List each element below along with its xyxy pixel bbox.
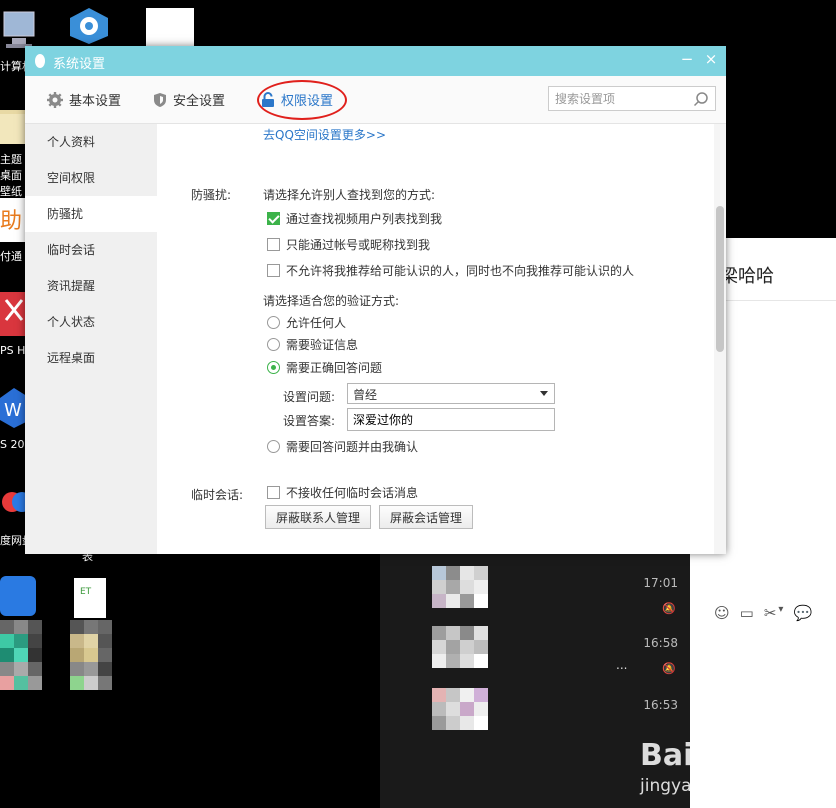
chat-time: 16:53 xyxy=(643,698,678,712)
blue-app-desktop-icon[interactable] xyxy=(0,576,36,616)
tab-label: 安全设置 xyxy=(173,94,226,109)
radio[interactable] xyxy=(267,338,280,351)
chevron-down-icon[interactable]: ▾ xyxy=(778,604,783,622)
chat-snippet: ... xyxy=(616,658,628,672)
scrollbar-thumb[interactable] xyxy=(716,206,724,352)
pixelated-desktop-icons xyxy=(0,620,42,690)
title-bar[interactable]: 系统设置 − × xyxy=(25,46,726,76)
temp-session-option[interactable]: 不接收任何临时会话消息 xyxy=(267,484,418,501)
radio[interactable] xyxy=(267,361,280,374)
watermark-logo: Bai经验 xyxy=(640,738,754,773)
qq-penguin-icon xyxy=(33,53,47,69)
chevron-down-icon xyxy=(540,391,548,396)
watermark-url: jingyan.baidu.com xyxy=(640,776,797,796)
avatar xyxy=(432,688,488,730)
option-label: 不接收任何临时会话消息 xyxy=(286,486,419,500)
window-title: 系统设置 xyxy=(53,57,106,72)
block-contacts-button[interactable]: 屏蔽联系人管理 xyxy=(265,505,372,529)
question-value: 曾经 xyxy=(353,388,378,402)
checkbox[interactable] xyxy=(267,264,280,277)
pixelated-desktop-icons-2 xyxy=(70,620,112,690)
svg-text:ET: ET xyxy=(80,587,92,597)
emoji-icon[interactable]: ☺ xyxy=(714,604,730,622)
close-button[interactable]: × xyxy=(701,50,721,68)
sidebar-item-profile[interactable]: 个人资料 xyxy=(25,124,157,160)
mute-icon: 🔕 xyxy=(662,662,676,675)
settings-tabs: 基本设置 安全设置 权限设置 xyxy=(25,76,726,124)
sidebar-item-space-permission[interactable]: 空间权限 xyxy=(25,160,157,196)
red-annotation-circle xyxy=(257,80,347,120)
gear-icon xyxy=(47,91,63,108)
theme-desktop-label: 主题桌面壁纸 xyxy=(0,153,22,198)
find-option-no-recommend[interactable]: 不允许将我推荐给可能认识的人，同时也不向我推荐可能认识的人 xyxy=(267,262,634,279)
settings-content: 去QQ空间设置更多>> 防骚扰: 请选择允许别人查找到您的方式: 通过查找视频用… xyxy=(157,124,712,554)
sidebar-item-personal-status[interactable]: 个人状态 xyxy=(25,304,157,340)
chat-toolbar: ☺ ▭ ✂ ▾ 💬 xyxy=(714,604,812,622)
chat-list-item[interactable]: ... 16:58 🔕 xyxy=(432,622,690,682)
find-method-prompt: 请选择允许别人查找到您的方式: xyxy=(263,188,436,202)
tab-basic-settings[interactable]: 基本设置 xyxy=(47,90,121,109)
option-label: 需要验证信息 xyxy=(286,338,359,352)
minimize-button[interactable]: − xyxy=(677,50,697,68)
radio[interactable] xyxy=(267,440,280,453)
temp-session-section-label: 临时会话: xyxy=(191,488,244,502)
mute-icon: 🔕 xyxy=(662,602,676,615)
tab-security-settings[interactable]: 安全设置 xyxy=(153,90,225,109)
verify-option-answer-confirm[interactable]: 需要回答问题并由我确认 xyxy=(267,438,418,455)
option-label: 只能通过帐号或昵称找到我 xyxy=(286,238,431,252)
verify-method-prompt: 请选择适合您的验证方式: xyxy=(263,294,400,308)
block-sessions-button[interactable]: 屏蔽会话管理 xyxy=(379,505,474,529)
question-label: 设置问题: xyxy=(283,390,336,404)
chat-time: 16:58 xyxy=(643,636,678,650)
chat-time: 17:01 xyxy=(643,576,678,590)
verify-option-anyone[interactable]: 允许任何人 xyxy=(267,314,346,331)
verify-option-message[interactable]: 需要验证信息 xyxy=(267,336,358,353)
answer-label: 设置答案: xyxy=(283,414,336,428)
tab-label: 基本设置 xyxy=(69,94,122,109)
anti-harass-section-label: 防骚扰: xyxy=(191,188,232,202)
sidebar-item-news-reminder[interactable]: 资讯提醒 xyxy=(25,268,157,304)
bubble-icon[interactable]: 💬 xyxy=(793,604,812,622)
option-label: 允许任何人 xyxy=(286,316,347,330)
system-settings-window: 系统设置 − × 基本设置 安全设置 权限设置 个人资料 空间权限 防骚扰 临时… xyxy=(25,46,726,554)
search-box[interactable] xyxy=(548,86,716,111)
svg-text:W: W xyxy=(4,400,22,421)
find-option-account-only[interactable]: 只能通过帐号或昵称找到我 xyxy=(267,236,430,253)
shield-icon xyxy=(154,92,166,107)
pay-desktop-label: 付通 xyxy=(0,250,22,263)
question-select[interactable]: 曾经 xyxy=(347,383,555,404)
sidebar-item-temp-session[interactable]: 临时会话 xyxy=(25,232,157,268)
sidebar-item-anti-harassment[interactable]: 防骚扰 xyxy=(25,196,157,232)
option-label: 不允许将我推荐给可能认识的人，同时也不向我推荐可能认识的人 xyxy=(286,264,635,278)
option-label: 需要正确回答问题 xyxy=(286,361,383,375)
chat-contact-name: 梁哈哈 xyxy=(720,266,774,287)
option-label: 通过查找视频用户列表找到我 xyxy=(286,212,443,226)
chat-list-item[interactable]: 17:01 🔕 xyxy=(432,562,690,622)
settings-sidebar: 个人资料 空间权限 防骚扰 临时会话 资讯提醒 个人状态 远程桌面 xyxy=(25,124,157,554)
app-desktop-icon[interactable] xyxy=(66,6,112,46)
find-option-video-list[interactable]: 通过查找视频用户列表找到我 xyxy=(267,210,442,227)
search-icon[interactable] xyxy=(693,91,709,107)
baidu-watermark: Bai经验 jingyan.baidu.com xyxy=(640,730,797,796)
word-desktop-label: S 20 xyxy=(0,438,25,451)
avatar xyxy=(432,566,488,608)
svg-text:助: 助 xyxy=(0,209,22,234)
document-desktop-icon[interactable] xyxy=(146,8,194,46)
qzone-settings-link[interactable]: 去QQ空间设置更多>> xyxy=(263,126,386,143)
folder-icon[interactable]: ▭ xyxy=(740,604,754,622)
search-input[interactable] xyxy=(549,87,689,110)
avatar xyxy=(432,626,488,668)
checkbox[interactable] xyxy=(267,212,280,225)
scissors-icon[interactable]: ✂ xyxy=(764,604,777,622)
option-label: 需要回答问题并由我确认 xyxy=(286,440,419,454)
checkbox[interactable] xyxy=(267,238,280,251)
sidebar-item-remote-desktop[interactable]: 远程桌面 xyxy=(25,340,157,376)
verify-option-answer-question[interactable]: 需要正确回答问题 xyxy=(267,359,382,376)
answer-input[interactable] xyxy=(347,408,555,431)
radio[interactable] xyxy=(267,316,280,329)
et-desktop-icon[interactable]: ET xyxy=(74,578,106,618)
wps-desktop-label: PS H xyxy=(0,344,26,357)
checkbox[interactable] xyxy=(267,486,280,499)
content-scrollbar[interactable] xyxy=(714,124,726,554)
